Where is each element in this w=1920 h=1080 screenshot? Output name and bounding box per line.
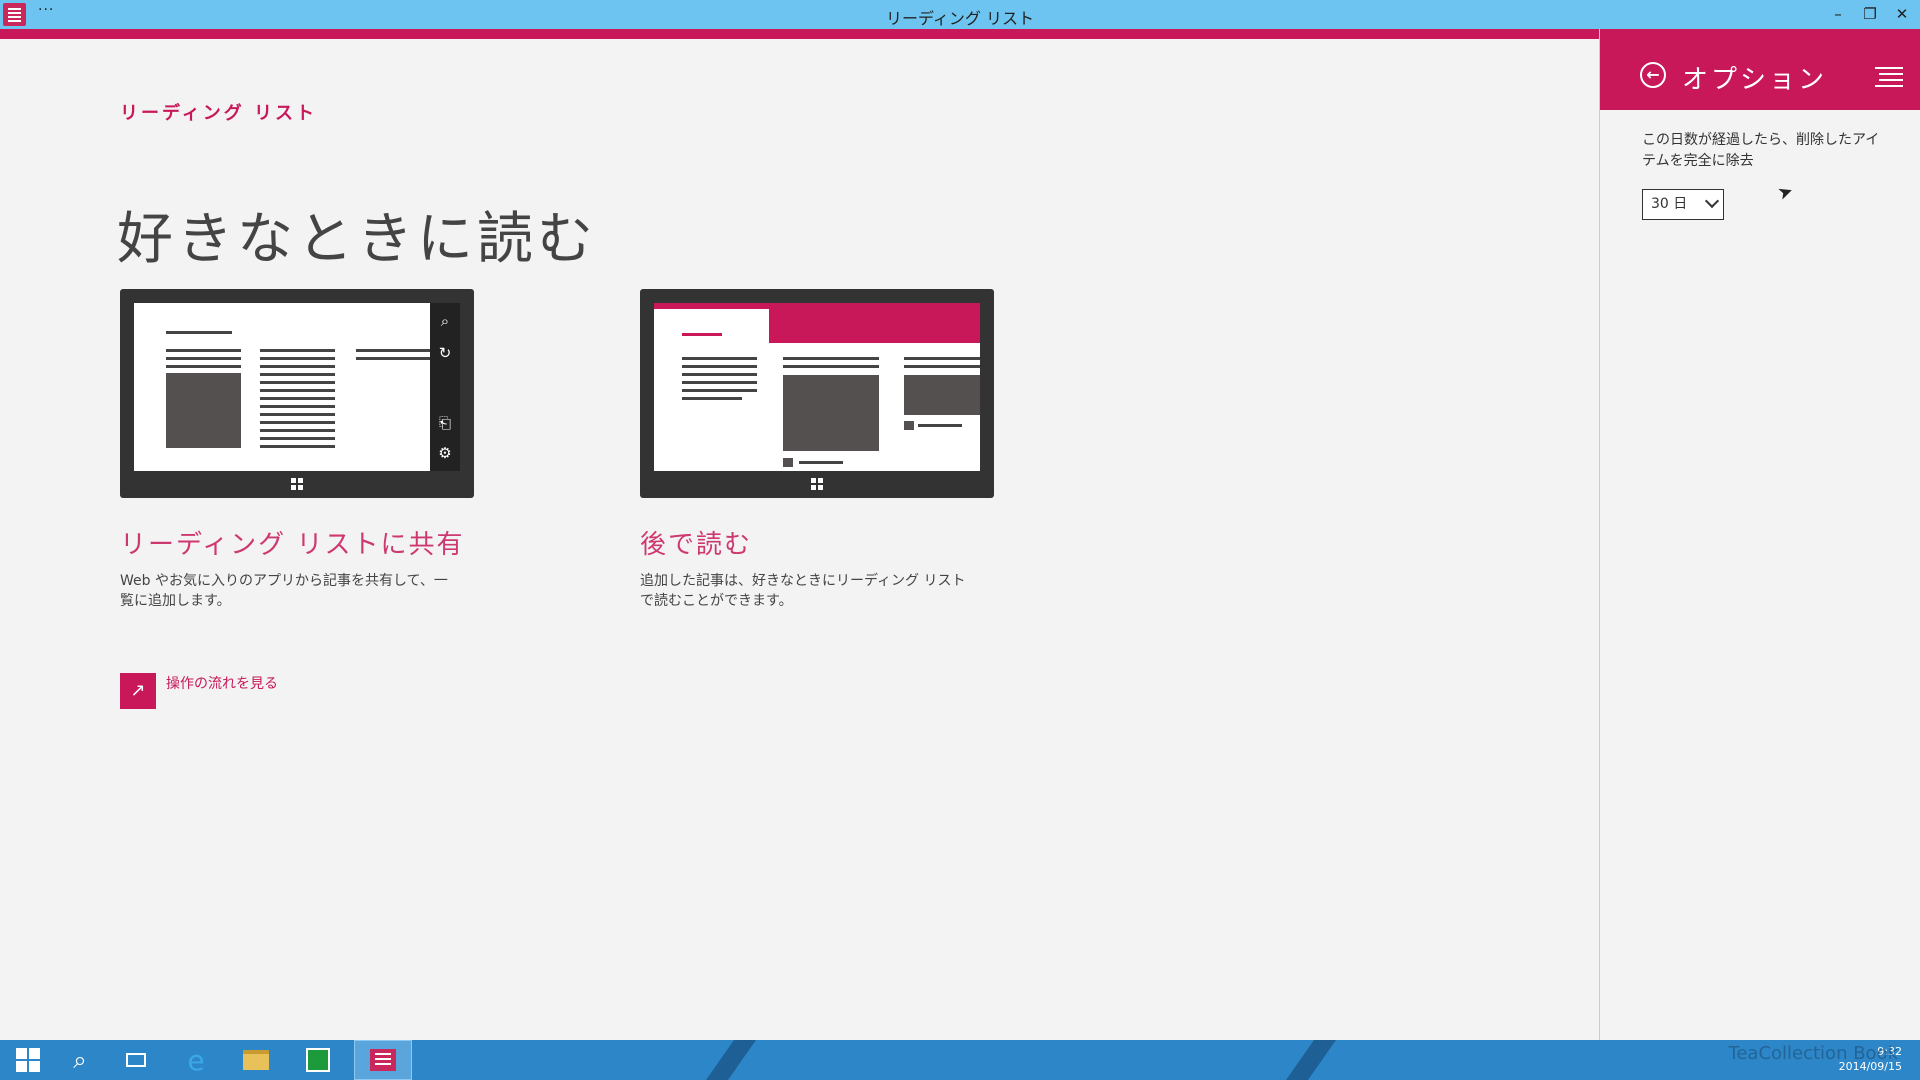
back-arrow-icon[interactable]: ← [1640,62,1666,88]
card-title: 後で読む [640,530,753,560]
purge-days-label: この日数が経過したら、削除したアイテムを完全に除去 [1642,132,1880,169]
watermark: TeaCollection Book [1728,1043,1898,1064]
card-share: ⌕ ↻ ⎗ ⚙ リーディング リストに共有 Web やお気に入りのアプリから記事… [120,289,474,611]
reading-list-taskbar-button[interactable] [354,1040,412,1080]
settings-charm-icon: ⚙ [438,444,452,462]
search-charm-icon: ⌕ [440,312,450,330]
share-animation-dots [404,386,460,416]
windows-logo-icon [811,478,823,490]
see-flow-link[interactable]: ↗ 操作の流れを見る [120,673,278,709]
card-description-line: Web やお気に入りのアプリから記事を共有して、一 [120,573,448,589]
options-title: オプション [1682,65,1828,95]
file-explorer-icon[interactable] [228,1040,284,1080]
card-read-later: 後で読む 追加した記事は、好きなときにリーディング リスト で読むことができます… [640,289,994,611]
window-title: リーディング リスト [886,9,1034,28]
restore-button[interactable]: ❐ [1856,4,1884,24]
minimize-button[interactable]: – [1824,4,1852,24]
windows-logo-icon [291,478,303,490]
purge-days-select[interactable]: 30 日 [1642,189,1724,220]
accent-strip [0,29,1600,39]
start-button-icon[interactable] [0,1040,56,1080]
card-description-line: で読むことができます。 [640,593,793,609]
card-description-line: 追加した記事は、好きなときにリーディング リスト [640,573,966,589]
purge-days-value: 30 日 [1651,196,1688,212]
arrow-up-right-icon[interactable]: ↗ [120,673,156,709]
card-description: Web やお気に入りのアプリから記事を共有して、一 覧に追加します。 [120,571,474,611]
search-icon[interactable]: ⌕ [52,1040,108,1080]
options-pane-header: ← オプション [1600,29,1920,110]
card-description: 追加した記事は、好きなときにリーディング リスト で読むことができます。 [640,571,994,611]
see-flow-label[interactable]: 操作の流れを見る [166,673,278,693]
chevron-down-icon [1704,193,1720,209]
devices-charm-icon: ⎗ [438,414,451,432]
title-bar: ··· リーディング リスト – ❐ ✕ [0,0,1920,29]
options-pane: ← オプション この日数が経過したら、削除したアイテムを完全に除去 30 日 [1599,29,1920,1040]
hero-title: 好きなときに読む [117,207,597,272]
card-description-line: 覧に追加します。 [120,593,231,609]
close-button[interactable]: ✕ [1888,4,1916,24]
internet-explorer-icon[interactable]: e [168,1040,224,1080]
app-label: リーディング リスト [120,103,318,124]
taskbar: ⌕ e 9:32 2014/09/15 [0,1040,1920,1080]
share-charm-icon: ↻ [438,344,452,362]
reading-list-logo-icon [1875,67,1903,89]
store-icon[interactable] [290,1040,346,1080]
card-title: リーディング リストに共有 [120,530,465,560]
share-illustration: ⌕ ↻ ⎗ ⚙ [120,289,474,498]
task-view-icon[interactable] [108,1040,164,1080]
read-later-illustration [640,289,994,498]
